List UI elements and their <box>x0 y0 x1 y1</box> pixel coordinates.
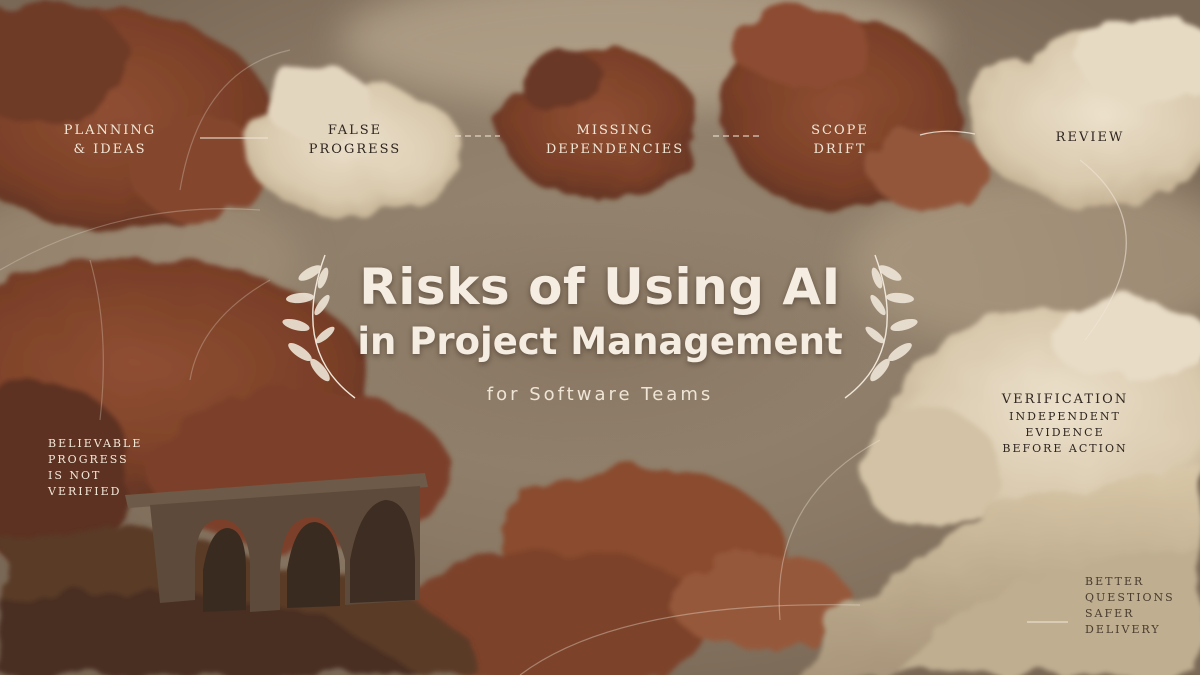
side-note-line4: VERIFIED <box>48 485 122 498</box>
title-line-1: Risks of Using AI <box>359 258 841 316</box>
side-note: BELIEVABLE PROGRESS IS NOT VERIFIED <box>48 436 142 500</box>
false-progress-label-line1: FALSE <box>327 123 383 138</box>
subtitle: for Software Teams <box>486 384 714 405</box>
planning-label-line1: PLANNING <box>63 123 157 138</box>
corner-note-line4: DELIVERY <box>1085 623 1161 636</box>
planning-label-line2: & IDEAS <box>73 142 147 157</box>
scope-drift-label: SCOPE DRIFT <box>795 121 885 159</box>
verification-heading: VERIFICATION <box>1001 392 1129 407</box>
title-line-2: in Project Management <box>357 320 843 363</box>
missing-dependencies-label-line2: DEPENDENCIES <box>545 142 685 157</box>
review-cloud <box>970 15 1200 205</box>
bottom-center-clouds <box>410 470 850 675</box>
scope-drift-label-line2: DRIFT <box>813 142 867 157</box>
side-note-line2: PROGRESS <box>48 453 129 466</box>
corner-note-line3: SAFER <box>1085 607 1135 620</box>
stone-bridge <box>125 473 428 612</box>
side-note-line3: IS NOT <box>48 469 102 482</box>
verification-block: VERIFICATION INDEPENDENT EVIDENCE BEFORE… <box>990 390 1140 457</box>
corner-note-line2: QUESTIONS <box>1085 591 1175 604</box>
side-note-line1: BELIEVABLE <box>48 437 143 450</box>
false-progress-label: FALSE PROGRESS <box>300 121 410 159</box>
corner-note: BETTER QUESTIONS SAFER DELIVERY <box>1085 574 1175 638</box>
missing-dependencies-label-line1: MISSING <box>576 123 654 138</box>
scope-drift-cloud <box>720 5 990 210</box>
illustration-canvas: PLANNING & IDEAS FALSE PROGRESS MISSING … <box>0 0 1200 675</box>
planning-label: PLANNING & IDEAS <box>55 121 165 159</box>
verification-line2: EVIDENCE <box>1025 426 1105 439</box>
verification-line1: INDEPENDENT <box>1009 410 1121 423</box>
corner-note-line1: BETTER <box>1085 575 1145 588</box>
verification-line3: BEFORE ACTION <box>1002 442 1128 455</box>
missing-dependencies-label: MISSING DEPENDENCIES <box>535 121 695 159</box>
scope-drift-label-line1: SCOPE <box>811 123 869 138</box>
false-progress-label-line2: PROGRESS <box>308 142 402 157</box>
review-label: REVIEW <box>1040 128 1140 147</box>
review-label-line1: REVIEW <box>1055 130 1125 145</box>
planning-cloud <box>0 0 270 230</box>
